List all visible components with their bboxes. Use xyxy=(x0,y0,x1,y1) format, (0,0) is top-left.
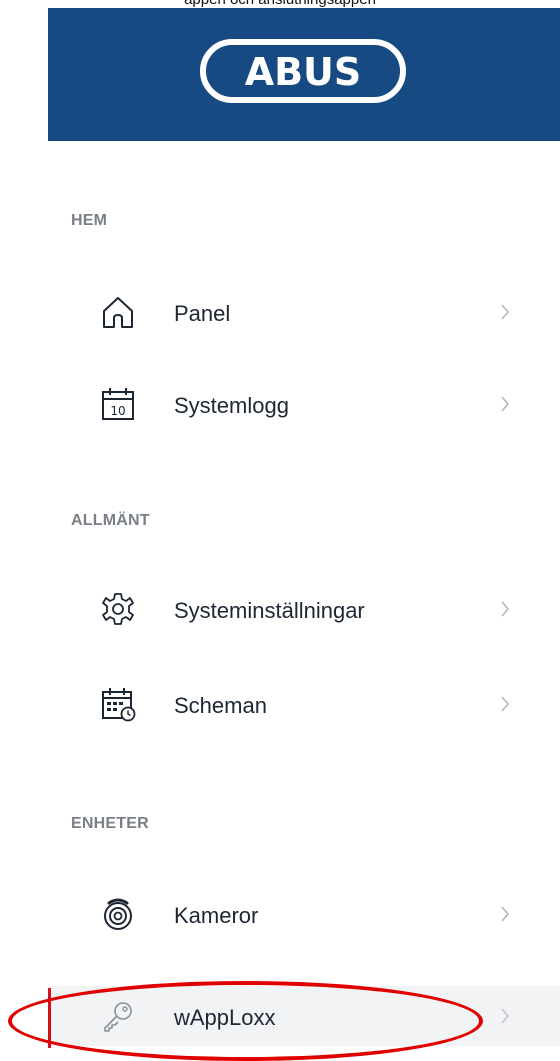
chevron-right-icon xyxy=(501,304,510,320)
gear-icon xyxy=(102,593,134,625)
calendar-clock-icon xyxy=(102,688,136,722)
menu-item-label: Panel xyxy=(174,301,231,326)
menu-item-scheman[interactable]: Scheman xyxy=(48,672,560,736)
section-title-hem: HEM xyxy=(71,212,108,229)
abus-logo: ABUS xyxy=(200,39,406,103)
chevron-right-icon xyxy=(501,696,510,712)
calendar-10-icon: 10 xyxy=(102,388,134,420)
chevron-right-icon xyxy=(501,396,510,412)
menu-item-systemlogg[interactable]: 10 Systemlogg xyxy=(48,372,560,436)
svg-text:10: 10 xyxy=(110,404,125,418)
section-title-allmant: ALLMÄNT xyxy=(71,512,150,529)
chevron-right-icon xyxy=(501,906,510,922)
home-icon xyxy=(103,297,133,328)
section-title-enheter: ENHETER xyxy=(71,815,149,832)
menu-item-label: Scheman xyxy=(174,693,267,718)
menu-item-kameror[interactable]: Kameror xyxy=(48,882,560,946)
chevron-right-icon xyxy=(501,601,510,617)
camera-icon xyxy=(104,898,132,930)
menu-item-systeminstallningar[interactable]: Systeminställningar xyxy=(48,577,560,641)
highlight-ellipse xyxy=(8,981,483,1061)
menu-item-label: Systeminställningar xyxy=(174,598,365,623)
menu-item-panel[interactable]: Panel xyxy=(48,280,560,344)
menu-item-label: Systemlogg xyxy=(174,393,289,418)
chevron-right-icon xyxy=(501,1008,510,1024)
top-strip: appen och anslutningsappen xyxy=(0,0,560,8)
app-header: ABUS xyxy=(48,8,560,141)
menu-item-label: Kameror xyxy=(174,903,259,928)
svg-text:ABUS: ABUS xyxy=(245,50,362,94)
